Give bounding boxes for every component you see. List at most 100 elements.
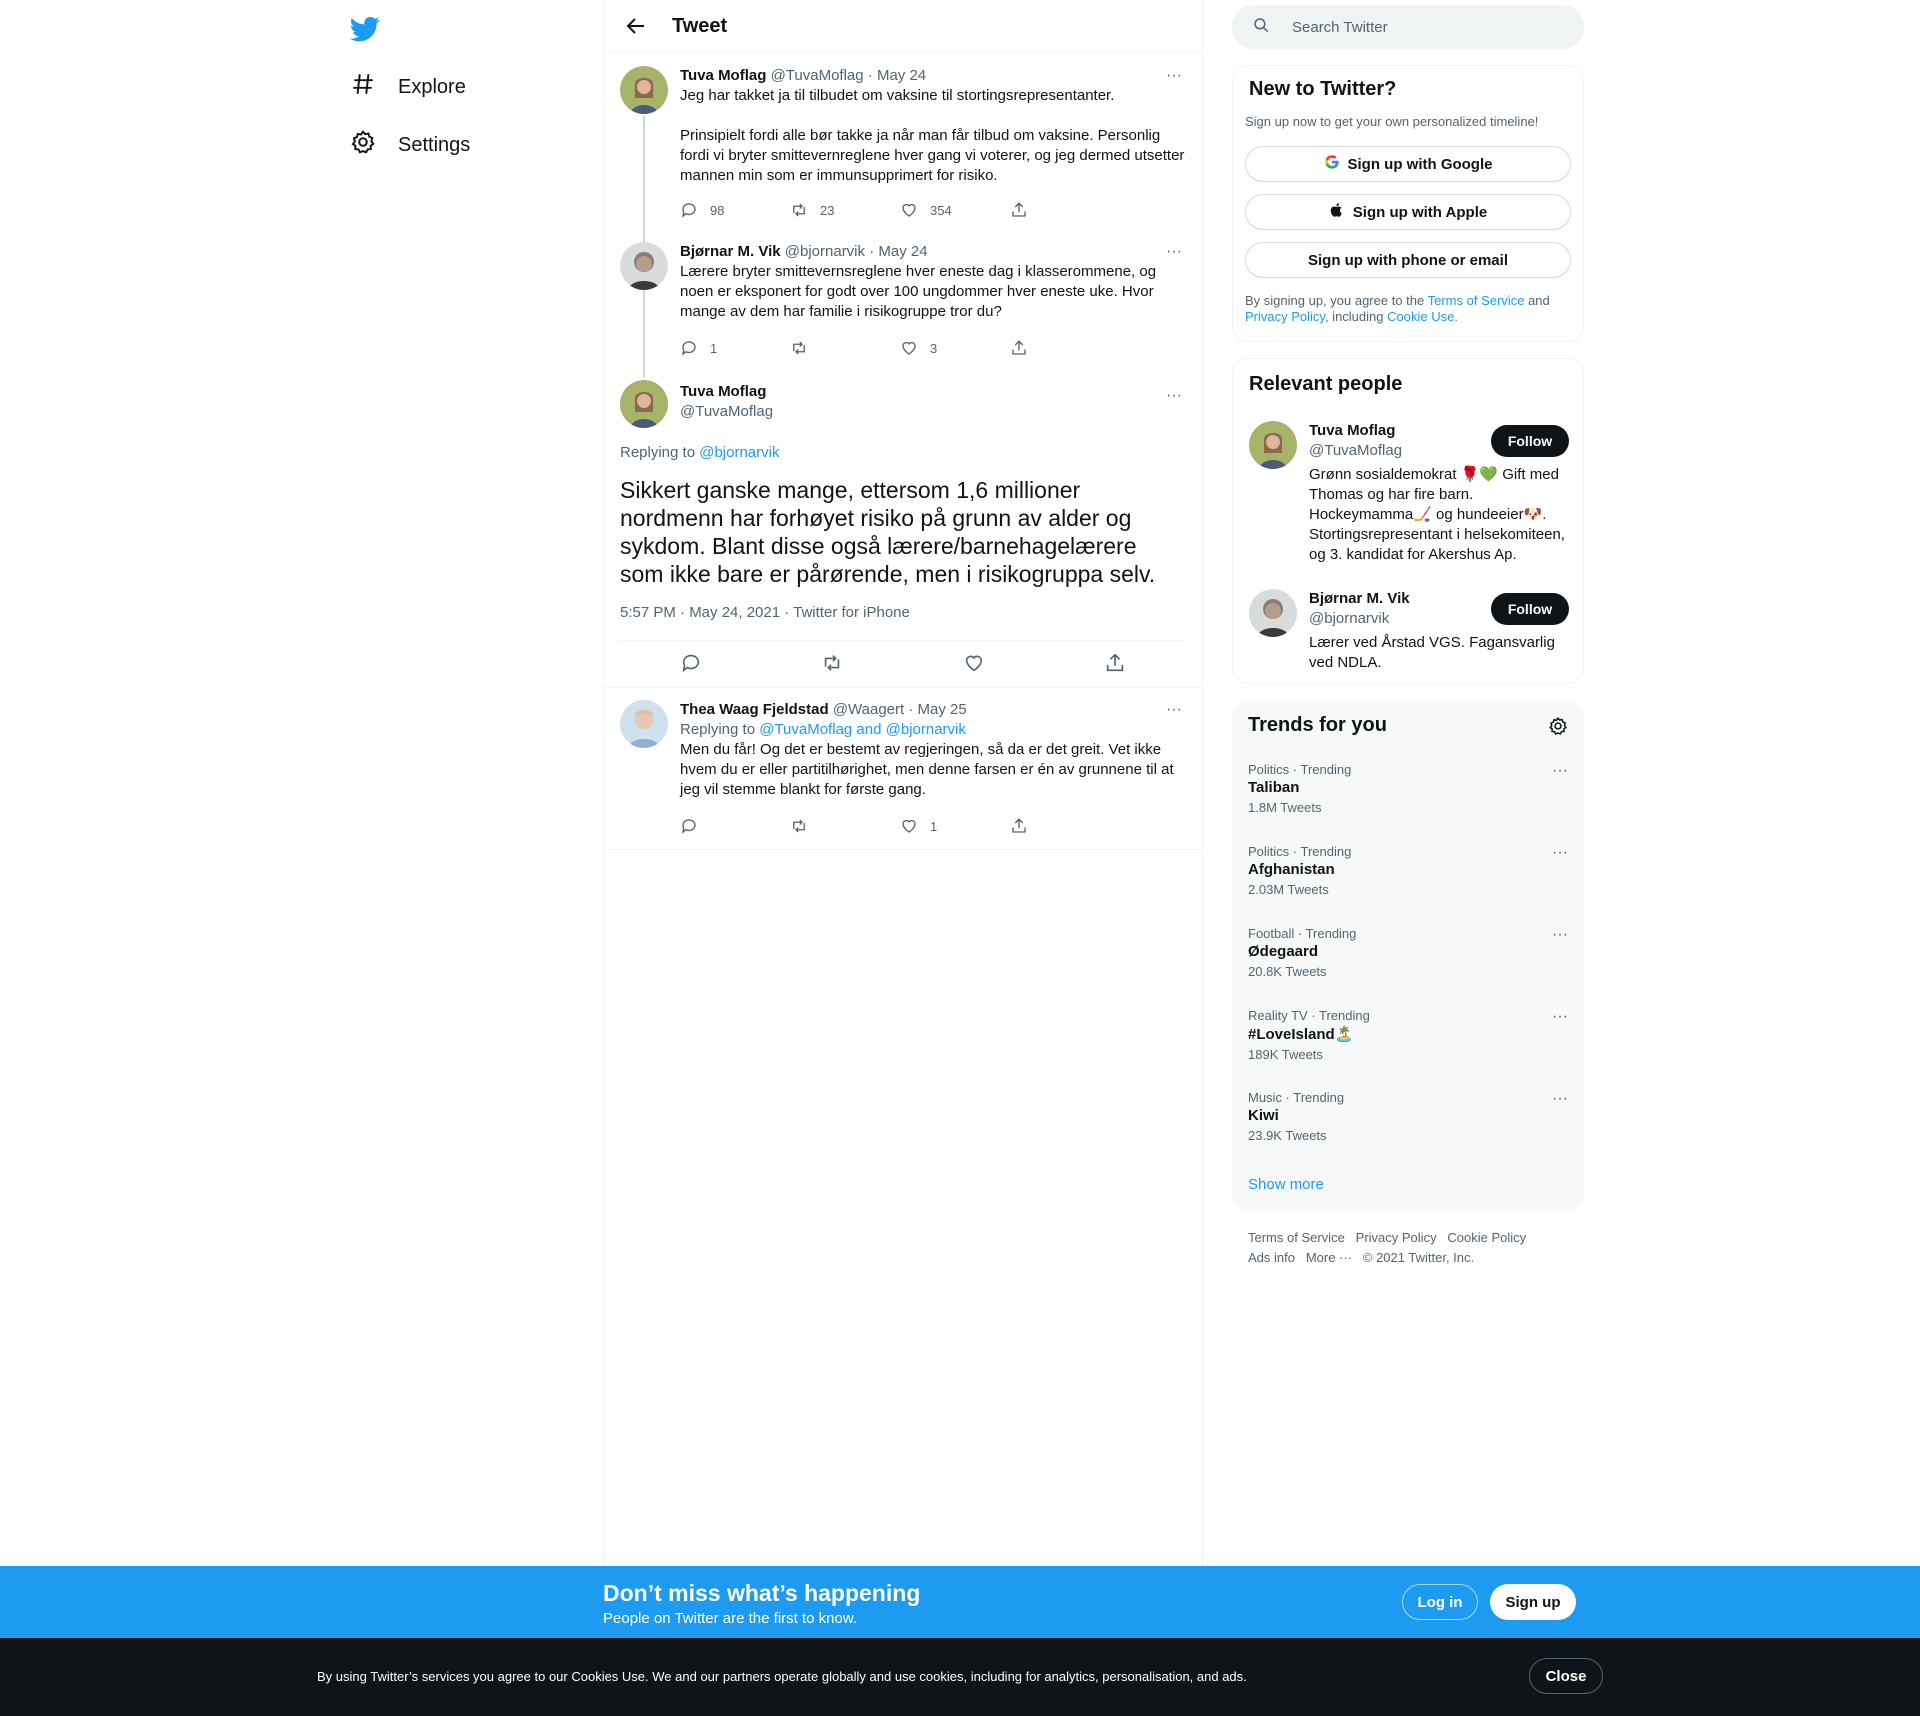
- footer-tos-link[interactable]: Terms of Service: [1248, 1230, 1345, 1245]
- share-button[interactable]: [1010, 816, 1120, 836]
- trends-settings-icon[interactable]: [1548, 716, 1568, 741]
- nav-explore[interactable]: Explore: [350, 67, 466, 107]
- trend-count: 2.03M Tweets: [1248, 882, 1329, 897]
- follow-button[interactable]: Follow: [1491, 593, 1569, 625]
- tweet-author-name[interactable]: Bjørnar M. Vik: [680, 243, 781, 260]
- trend-item[interactable]: Politics · Trending Afghanistan 2.03M Tw…: [1248, 844, 1568, 897]
- cookie-close-button[interactable]: Close: [1529, 1658, 1603, 1694]
- tweet-text: Men du får! Og det er bestemt av regjeri…: [680, 741, 1174, 798]
- more-options-icon[interactable]: ···: [1552, 762, 1568, 780]
- avatar[interactable]: [620, 700, 668, 748]
- tweet-author-handle[interactable]: @TuvaMoflag: [771, 67, 864, 84]
- avatar[interactable]: [620, 242, 668, 290]
- footer-ads-link[interactable]: Ads info: [1248, 1250, 1295, 1265]
- person-item[interactable]: Tuva Moflag @TuvaMoflag Follow Grønn sos…: [1249, 421, 1569, 571]
- like-button[interactable]: 3: [900, 338, 1010, 358]
- legal-prefix: By signing up, you agree to the: [1245, 293, 1425, 308]
- nav-settings[interactable]: Settings: [350, 125, 470, 165]
- google-icon: [1324, 154, 1340, 174]
- tweet-date[interactable]: · May 24: [868, 67, 926, 84]
- like-count: 3: [930, 340, 938, 356]
- search-icon: [1252, 16, 1292, 38]
- show-more-link[interactable]: Show more: [1248, 1176, 1324, 1193]
- share-button[interactable]: [1010, 338, 1120, 358]
- avatar[interactable]: [1249, 589, 1297, 637]
- reply-button[interactable]: [680, 816, 790, 836]
- trend-item[interactable]: Football · Trending Ødegaard 20.8K Tweet…: [1248, 926, 1568, 979]
- more-options-icon[interactable]: ···: [1552, 1090, 1568, 1108]
- tos-link[interactable]: Terms of Service: [1428, 293, 1525, 308]
- avatar[interactable]: [620, 380, 668, 428]
- retweet-button[interactable]: [790, 816, 900, 836]
- share-icon: [1012, 340, 1026, 355]
- reply-button[interactable]: 98: [680, 200, 790, 220]
- more-options-icon[interactable]: ···: [1164, 700, 1184, 720]
- person-handle[interactable]: @bjornarvik: [1309, 609, 1410, 629]
- replying-to-label: Replying to: [620, 444, 696, 461]
- share-button[interactable]: [1010, 200, 1120, 220]
- footer-privacy-link[interactable]: Privacy Policy: [1356, 1230, 1437, 1245]
- person-item[interactable]: Bjørnar M. Vik @bjornarvik Follow Lærer …: [1249, 589, 1569, 679]
- tweet-author-name[interactable]: Tuva Moflag: [680, 382, 773, 402]
- tweet-author-name[interactable]: Tuva Moflag: [680, 67, 766, 84]
- tweet-author-handle[interactable]: @TuvaMoflag: [680, 402, 773, 422]
- trend-item[interactable]: Reality TV · Trending #LoveIsland🏝️ 189K…: [1248, 1008, 1568, 1062]
- thread-tweet-2[interactable]: Bjørnar M. Vik @bjornarvik · May 24 Lære…: [604, 234, 1202, 372]
- tweet-author-handle[interactable]: @Waagert: [833, 701, 904, 718]
- footer-cookie-link[interactable]: Cookie Policy: [1447, 1230, 1526, 1245]
- tweet-author-name[interactable]: Thea Waag Fjeldstad: [680, 701, 829, 718]
- hashtag-icon: [350, 71, 376, 103]
- footer-links: Terms of Service Privacy Policy Cookie P…: [1248, 1228, 1568, 1268]
- trend-item[interactable]: Politics · Trending Taliban 1.8M Tweets …: [1248, 762, 1568, 815]
- signup-button[interactable]: Sign up: [1490, 1584, 1576, 1620]
- replying-to-link[interactable]: @bjornarvik: [699, 444, 779, 461]
- like-button[interactable]: 1: [900, 816, 1010, 836]
- like-button[interactable]: 354: [900, 200, 1010, 220]
- back-arrow-icon[interactable]: [624, 14, 648, 38]
- person-name[interactable]: Tuva Moflag: [1309, 421, 1402, 441]
- more-options-icon[interactable]: ···: [1164, 242, 1184, 262]
- replying-to-link[interactable]: @TuvaMoflag and @bjornarvik: [759, 721, 966, 738]
- tweet-date[interactable]: · May 25: [908, 701, 966, 718]
- person-name[interactable]: Bjørnar M. Vik: [1309, 589, 1410, 609]
- privacy-link[interactable]: Privacy Policy: [1245, 309, 1325, 324]
- reply-tweet[interactable]: Thea Waag Fjeldstad @Waagert · May 25 Re…: [604, 688, 1202, 850]
- thread-tweet-1[interactable]: Tuva Moflag @TuvaMoflag · May 24 Jeg har…: [604, 54, 1202, 234]
- tweet-date[interactable]: · May 24: [869, 243, 927, 260]
- tweet-actions: [620, 652, 1186, 679]
- login-button[interactable]: Log in: [1402, 1584, 1478, 1620]
- retweet-button[interactable]: 23: [790, 200, 900, 220]
- more-options-icon[interactable]: ···: [1164, 66, 1184, 86]
- search-box[interactable]: Search Twitter: [1232, 5, 1584, 49]
- nav-explore-label: Explore: [398, 75, 466, 98]
- footer-copyright: © 2021 Twitter, Inc.: [1362, 1250, 1475, 1265]
- reply-button[interactable]: 1: [680, 338, 790, 358]
- more-options-icon[interactable]: ···: [1552, 1008, 1568, 1026]
- signup-google-button[interactable]: Sign up with Google: [1245, 146, 1571, 182]
- heart-icon[interactable]: [963, 652, 985, 679]
- trend-item[interactable]: Music · Trending Kiwi 23.9K Tweets ···: [1248, 1090, 1568, 1143]
- footer-more-link[interactable]: More ···: [1306, 1250, 1352, 1265]
- cookie-link[interactable]: Cookie Use.: [1387, 309, 1458, 324]
- share-icon: [1012, 818, 1026, 833]
- signup-phone-button[interactable]: Sign up with phone or email: [1245, 242, 1571, 278]
- more-options-icon[interactable]: ···: [1552, 926, 1568, 944]
- avatar[interactable]: [620, 66, 668, 114]
- trend-name: Kiwi: [1248, 1107, 1279, 1124]
- tweet-timestamp[interactable]: 5:57 PM · May 24, 2021 · Twitter for iPh…: [620, 604, 910, 621]
- signup-apple-button[interactable]: Sign up with Apple: [1245, 194, 1571, 230]
- reply-icon[interactable]: [680, 652, 702, 679]
- follow-button[interactable]: Follow: [1491, 425, 1569, 457]
- search-input[interactable]: Search Twitter: [1292, 19, 1388, 36]
- twitter-logo-icon[interactable]: [349, 14, 382, 44]
- relevant-people-card: Relevant people Tuva Moflag @TuvaMoflag …: [1232, 358, 1584, 684]
- more-options-icon[interactable]: ···: [1164, 386, 1184, 406]
- share-icon[interactable]: [1104, 652, 1126, 679]
- retweet-icon[interactable]: [821, 652, 843, 679]
- avatar[interactable]: [1249, 421, 1297, 469]
- person-handle[interactable]: @TuvaMoflag: [1309, 441, 1402, 461]
- retweet-button[interactable]: [790, 338, 900, 358]
- more-options-icon[interactable]: ···: [1552, 844, 1568, 862]
- tweet-author-handle[interactable]: @bjornarvik: [785, 243, 865, 260]
- share-icon: [1012, 202, 1026, 217]
